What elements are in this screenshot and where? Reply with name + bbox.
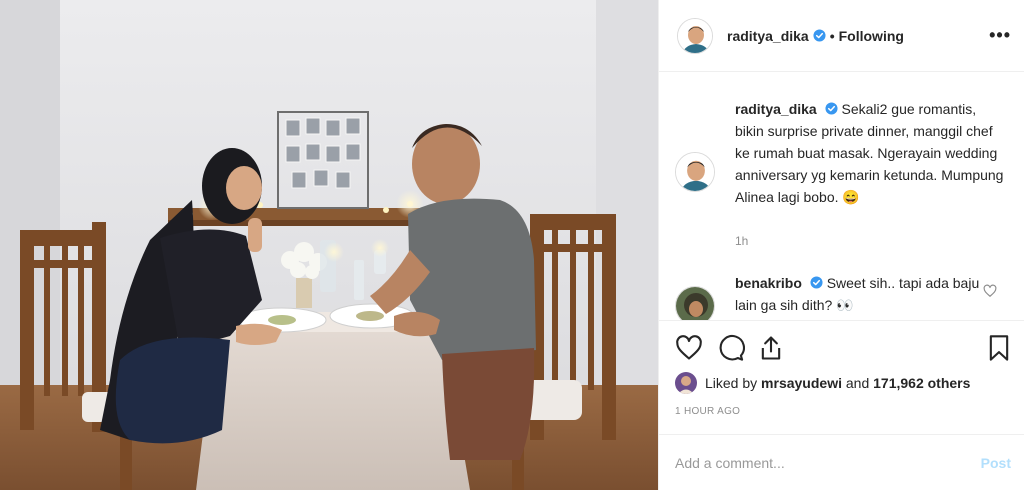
- likes-middle: and: [845, 375, 870, 391]
- likes-prefix: Liked by: [705, 375, 758, 391]
- more-options-icon[interactable]: •••: [989, 26, 1011, 44]
- verified-badge-icon: [813, 29, 826, 42]
- header-separator: •: [829, 27, 835, 44]
- likes-summary: Liked by mrsayudewi and 171,962 others: [675, 372, 970, 394]
- share-icon[interactable]: [757, 334, 785, 362]
- action-bar: [659, 320, 1024, 376]
- caption-username[interactable]: raditya_dika: [735, 101, 817, 117]
- instagram-post: raditya_dika • Following ••• raditya_dik…: [0, 0, 1024, 490]
- comment-icon[interactable]: [717, 334, 745, 362]
- comment-item: benakribo Sweet sih.. tapi ada baju lain…: [675, 272, 1015, 320]
- post-comment-button[interactable]: Post: [981, 455, 1011, 471]
- avatar-illustration: [675, 372, 697, 394]
- avatar-illustration: [678, 18, 712, 53]
- author-username[interactable]: raditya_dika: [727, 28, 809, 44]
- caption-comment: raditya_dika Sekali2 gue romantis, bikin…: [675, 98, 1015, 208]
- avatar-illustration: [676, 153, 714, 191]
- comment-text: benakribo Sweet sih.. tapi ada baju lain…: [735, 272, 985, 320]
- liker-avatar[interactable]: [675, 372, 697, 394]
- caption-emoji: 😄: [842, 189, 860, 205]
- bookmark-icon[interactable]: [985, 334, 1013, 362]
- post-photo[interactable]: [0, 0, 658, 490]
- author-avatar[interactable]: [677, 17, 713, 54]
- avatar-illustration: [676, 287, 714, 320]
- dinner-photo-illustration: [0, 0, 658, 490]
- caption-author-avatar[interactable]: [675, 152, 715, 192]
- commenter-avatar[interactable]: [675, 286, 715, 320]
- caption-time[interactable]: 1h: [735, 234, 748, 248]
- liker-username[interactable]: mrsayudewi: [761, 375, 842, 391]
- heart-icon[interactable]: [675, 334, 703, 362]
- likes-count-link[interactable]: 171,962 others: [873, 375, 970, 391]
- like-comment-heart-icon[interactable]: [983, 284, 997, 298]
- verified-badge-icon: [825, 102, 838, 115]
- comments-list[interactable]: raditya_dika Sekali2 gue romantis, bikin…: [659, 72, 1024, 320]
- post-timestamp[interactable]: 1 HOUR AGO: [675, 406, 740, 417]
- following-button[interactable]: Following: [839, 28, 904, 44]
- post-side-panel: raditya_dika • Following ••• raditya_dik…: [658, 0, 1024, 490]
- caption-text: raditya_dika Sekali2 gue romantis, bikin…: [735, 98, 1005, 208]
- post-header: raditya_dika • Following •••: [659, 0, 1024, 72]
- commenter-username[interactable]: benakribo: [735, 275, 802, 291]
- add-comment-bar: Post: [659, 434, 1024, 490]
- verified-badge-icon: [810, 276, 823, 289]
- comment-input[interactable]: [675, 454, 981, 471]
